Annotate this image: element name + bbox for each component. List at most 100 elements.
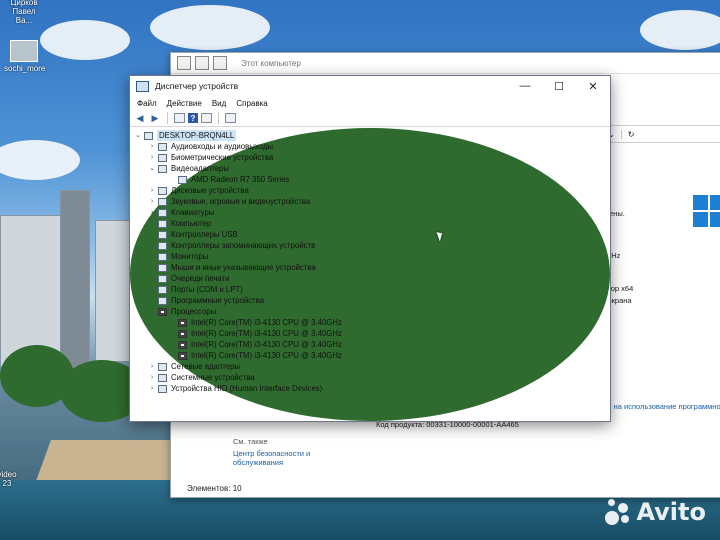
expand-chevron-icon[interactable]: ›: [148, 372, 156, 383]
tree-node[interactable]: › Дисковые устройства: [134, 185, 610, 196]
cloud: [40, 20, 130, 60]
expand-chevron-icon[interactable]: ›: [148, 251, 156, 262]
tree-node[interactable]: Intel(R) Core(TM) i3-4130 CPU @ 3.40GHz: [134, 339, 610, 350]
tree-node[interactable]: › Мыши и иные указывающие устройства: [134, 262, 610, 273]
tree-node-label: Мониторы: [171, 252, 209, 261]
tree-node[interactable]: › Аудиовходы и аудиовыходы: [134, 141, 610, 152]
menu-view[interactable]: Вид: [212, 99, 226, 108]
tree-node-label: Аудиовходы и аудиовыходы: [171, 142, 273, 151]
address-bar-tail[interactable]: ⌄ ↻: [601, 125, 720, 143]
cloud: [640, 10, 720, 50]
tree-node[interactable]: Intel(R) Core(TM) i3-4130 CPU @ 3.40GHz: [134, 328, 610, 339]
expand-chevron-icon[interactable]: ›: [148, 361, 156, 372]
desktop-icon-label: sochi_more: [4, 64, 46, 73]
expand-chevron-icon[interactable]: ›: [148, 295, 156, 306]
tree-node[interactable]: ⌄ Видеоадаптеры: [134, 163, 610, 174]
security-center-link[interactable]: Центр безопасности и обслуживания: [233, 449, 323, 467]
tree-node[interactable]: › Программные устройства: [134, 295, 610, 306]
display-adapter-icon: [158, 164, 167, 173]
expand-chevron-icon[interactable]: ›: [148, 284, 156, 295]
tree-node-label: Биометрические устройства: [171, 153, 274, 162]
menu-help[interactable]: Справка: [236, 99, 267, 108]
expand-chevron-icon[interactable]: ›: [148, 240, 156, 251]
tree-node-label: Сетевые адаптеры: [171, 362, 240, 371]
tree-node[interactable]: › Системные устройства: [134, 372, 610, 383]
tree-node[interactable]: › Контроллеры запоминающих устройств: [134, 240, 610, 251]
windows-logo-icon: [693, 195, 720, 227]
tree-node[interactable]: Intel(R) Core(TM) i3-4130 CPU @ 3.40GHz: [134, 350, 610, 361]
menu-file[interactable]: Файл: [137, 99, 157, 108]
folder-icon[interactable]: [213, 56, 227, 70]
tree-node[interactable]: › Порты (COM и LPT): [134, 284, 610, 295]
expand-chevron-icon[interactable]: ›: [148, 383, 156, 394]
expand-chevron-icon[interactable]: ›: [148, 152, 156, 163]
tree-node-label: Звуковые, игровые и видеоустройства: [171, 197, 311, 206]
tree-node[interactable]: › Устройства HID (Human Interface Devices…: [134, 383, 610, 394]
update-icon[interactable]: [201, 113, 212, 123]
device-manager-window[interactable]: Диспетчер устройств — ☐ ✕ Файл Действие …: [129, 75, 611, 422]
license-link[interactable]: ения на использование программного о: [595, 402, 720, 420]
tree-node[interactable]: › Звуковые, игровые и видеоустройства: [134, 196, 610, 207]
expand-chevron-icon[interactable]: ›: [148, 141, 156, 152]
mouse-icon: [158, 263, 167, 272]
expand-chevron-icon[interactable]: ›: [148, 273, 156, 284]
expand-chevron-icon[interactable]: ›: [148, 229, 156, 240]
printer-icon: [158, 274, 167, 283]
bg-window-title: Этот компьютер: [241, 58, 301, 68]
see-also-heading: См. также: [233, 437, 268, 446]
tree-node[interactable]: ⌄ Процессоры: [134, 306, 610, 317]
tree-node[interactable]: ⌄ DESKTOP-BRQN4LL: [134, 130, 610, 141]
back-arrow-icon[interactable]: ◀: [134, 113, 146, 124]
expand-chevron-icon[interactable]: ›: [148, 185, 156, 196]
avito-logo-icon: [605, 499, 631, 525]
image-file-icon: [10, 40, 38, 62]
tree-node-label: Компьютер: [171, 219, 212, 228]
menu-action[interactable]: Действие: [167, 99, 202, 108]
expand-chevron-icon[interactable]: ›: [148, 196, 156, 207]
device-tree[interactable]: ⌄ DESKTOP-BRQN4LL › Аудиовходы и аудиовыход…: [130, 128, 610, 421]
close-button[interactable]: ✕: [576, 76, 610, 96]
tree-node[interactable]: › Компьютер: [134, 218, 610, 229]
port-icon: [158, 285, 167, 294]
properties-icon[interactable]: [195, 56, 209, 70]
maximize-button[interactable]: ☐: [542, 76, 576, 96]
minimize-button[interactable]: —: [508, 76, 542, 96]
tree-node[interactable]: › Клавиатуры: [134, 207, 610, 218]
refresh-icon[interactable]: ↻: [620, 129, 634, 139]
desktop-icon-video[interactable]: video 23: [0, 470, 22, 488]
help-icon[interactable]: ?: [188, 113, 198, 123]
cpu-icon: [178, 340, 187, 349]
tree-node[interactable]: › Очереди печати: [134, 273, 610, 284]
tree-node[interactable]: › Мониторы: [134, 251, 610, 262]
collapse-chevron-icon[interactable]: ⌄: [134, 130, 142, 141]
expand-chevron-icon[interactable]: ›: [148, 218, 156, 229]
cloud: [150, 5, 270, 50]
tree-node-label: Intel(R) Core(TM) i3-4130 CPU @ 3.40GHz: [191, 340, 342, 349]
collapse-chevron-icon[interactable]: ⌄: [148, 306, 156, 317]
expand-chevron-icon[interactable]: ›: [148, 207, 156, 218]
keyboard-icon: [158, 208, 167, 217]
tree-node[interactable]: › Контроллеры USB: [134, 229, 610, 240]
tree-node[interactable]: › Биометрические устройства: [134, 152, 610, 163]
computer-icon: [144, 131, 153, 140]
tree-node-label: Устройства HID (Human Interface Devices): [171, 384, 323, 393]
status-bar-count: Элементов: 10: [187, 484, 242, 493]
tree-node-label: Мыши и иные указывающие устройства: [171, 263, 316, 272]
disk-icon: [158, 186, 167, 195]
audio-icon: [158, 142, 167, 151]
device-manager-titlebar[interactable]: Диспетчер устройств — ☐ ✕: [130, 76, 610, 96]
desktop-icon-sochi[interactable]: sochi_more: [4, 40, 46, 73]
cpu-icon: [178, 329, 187, 338]
expand-chevron-icon[interactable]: ›: [148, 262, 156, 273]
tree-node[interactable]: AMD Radeon R7 350 Series: [134, 174, 610, 185]
monitor-icon[interactable]: [225, 113, 236, 123]
forward-arrow-icon[interactable]: ▶: [149, 113, 161, 124]
desktop-icon-user[interactable]: Цирков Павел Ва...: [4, 0, 44, 25]
tree-node[interactable]: › Сетевые адаптеры: [134, 361, 610, 372]
tree-node[interactable]: Intel(R) Core(TM) i3-4130 CPU @ 3.40GHz: [134, 317, 610, 328]
tree-node-label: Intel(R) Core(TM) i3-4130 CPU @ 3.40GHz: [191, 329, 342, 338]
collapse-chevron-icon[interactable]: ⌄: [148, 163, 156, 174]
properties-icon[interactable]: [174, 113, 185, 123]
avito-watermark: Avito: [605, 498, 706, 526]
software-device-icon: [158, 296, 167, 305]
